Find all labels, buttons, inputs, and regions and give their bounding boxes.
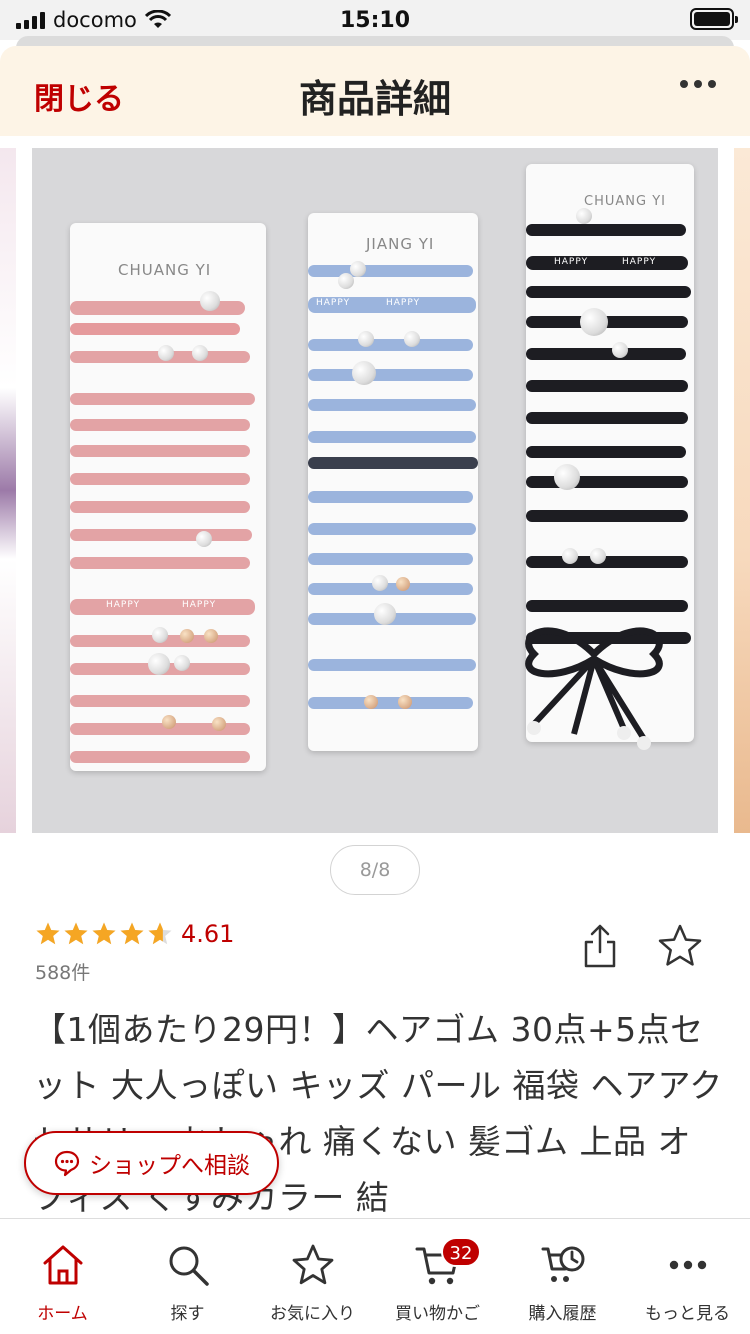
home-icon [43, 1245, 82, 1285]
chat-icon [54, 1150, 80, 1177]
tab-label: 購入履歴 [528, 1304, 597, 1324]
tab-label: 買い物かご [395, 1304, 480, 1324]
modal-header: 閉じる 商品詳細 [0, 46, 750, 136]
cart-count-badge: 32 [441, 1237, 481, 1267]
rating: 4.61 [35, 920, 234, 948]
tab-label: 探す [170, 1304, 205, 1324]
image-page-indicator: 8/8 [330, 845, 420, 895]
rating-star-icon [120, 922, 144, 945]
tab-more[interactable]: もっと見る [625, 1219, 750, 1334]
review-count[interactable]: 588件 [35, 958, 90, 985]
tab-search[interactable]: 探す [125, 1219, 250, 1334]
hair-tie-card-pink: CHUANG YI HAPPY HAPPY [70, 223, 266, 771]
tab-home[interactable]: ホーム [0, 1219, 125, 1334]
star-icon [292, 1244, 333, 1285]
card-brand-text: CHUANG YI [584, 194, 666, 209]
bottom-tab-bar: ホーム 探す お気に入り 32 買い物かご 購入履歴 もっと見る [0, 1218, 750, 1334]
bow-decoration [525, 627, 663, 750]
more-options-icon[interactable] [680, 80, 716, 88]
hair-tie-card-blue: JIANG YI HAPPY HAPPY [308, 213, 478, 751]
battery-icon [690, 8, 738, 30]
shop-inquiry-button[interactable]: ショップへ相談 [24, 1131, 279, 1195]
product-image[interactable]: CHUANG YI HAPPY HAPPY JIANG YI HAPPY HAP… [32, 148, 718, 833]
close-button[interactable]: 閉じる [34, 74, 124, 118]
search-icon [169, 1246, 209, 1286]
tab-purchase-history[interactable]: 購入履歴 [500, 1219, 625, 1334]
tab-label: お気に入り [270, 1304, 355, 1324]
clock: 15:10 [339, 8, 411, 33]
rating-value: 4.61 [181, 920, 235, 948]
previous-image-peek[interactable] [0, 148, 16, 833]
status-bar: docomo 15:10 [0, 0, 750, 40]
rating-star-icon [92, 922, 116, 945]
share-icon[interactable] [580, 922, 620, 970]
card-brand-text: JIANG YI [366, 235, 435, 253]
hair-tie-card-black: CHUANG YI HAPPY HAPPY [525, 164, 694, 750]
rating-stars [35, 921, 173, 947]
more-icon [669, 1260, 706, 1270]
tab-cart[interactable]: 32 買い物かご [375, 1219, 500, 1334]
rating-star-icon [36, 922, 60, 945]
card-brand-text: CHUANG YI [118, 261, 212, 279]
tab-label: もっと見る [645, 1304, 730, 1324]
tab-label: ホーム [37, 1304, 88, 1324]
image-carousel[interactable]: CHUANG YI HAPPY HAPPY JIANG YI HAPPY HAP… [0, 136, 750, 848]
history-icon [541, 1246, 584, 1282]
rating-star-icon [64, 922, 88, 945]
rating-star-icon [148, 922, 172, 945]
favorite-star-icon[interactable] [656, 922, 704, 970]
shop-inquiry-label: ショップへ相談 [89, 1153, 250, 1179]
tab-favorites[interactable]: お気に入り [250, 1219, 375, 1334]
next-image-peek[interactable] [734, 148, 750, 833]
